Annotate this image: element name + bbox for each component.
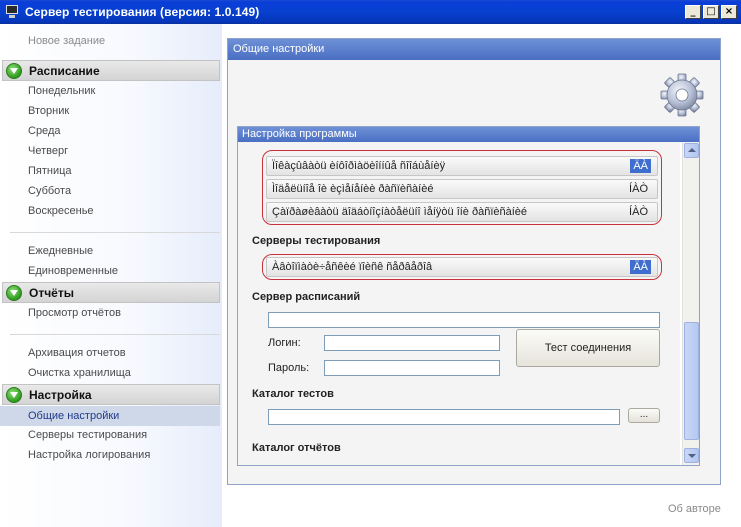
toggle-label: Çàïðàøèâàòü äîäáòíîçíàòåëüíî ìåíÿòü îíè … <box>272 206 528 218</box>
login-label: Логин: <box>268 337 301 349</box>
toggle-model-schedule-changes[interactable]: Ìîäåëüíîå îè èçìåíåíèè ðàñïèñàíèé ÍÀÒ <box>266 179 658 199</box>
section-label-test-servers: Серверы тестирования <box>252 235 381 247</box>
sidebar-item-general-settings[interactable]: Общие настройки <box>0 406 220 426</box>
sidebar-item-clear-storage[interactable]: Очистка хранилища <box>28 367 131 379</box>
scroll-down-icon[interactable] <box>684 448 699 463</box>
section-label-reports-catalog: Каталог отчётов <box>252 442 341 454</box>
scroll-up-icon[interactable] <box>684 143 699 158</box>
group-title: Настройка программы <box>238 127 699 142</box>
chevron-down-icon <box>6 386 22 403</box>
section-label-tests-catalog: Каталог тестов <box>252 388 334 400</box>
window-title: Сервер тестирования (версия: 1.0.149) <box>25 5 260 19</box>
tests-catalog-input[interactable] <box>268 409 620 425</box>
gear-icon <box>660 73 704 117</box>
minimize-button[interactable]: _ <box>685 5 701 19</box>
toggle-label: Ïîêàçûâàòü èíôîðìàöèîííûå ñîîáùåíèÿ <box>272 160 446 172</box>
toggle-state: ÍÀÒ <box>629 183 648 195</box>
sidebar-item-monday[interactable]: Понедельник <box>28 85 95 97</box>
section-label-schedule-server: Сервер расписаний <box>252 291 361 303</box>
test-connection-button[interactable]: Тест соединения <box>516 329 660 367</box>
sidebar-item-logging-settings[interactable]: Настройка логирования <box>28 449 150 461</box>
divider <box>10 334 220 335</box>
password-label: Пароль: <box>268 362 310 374</box>
sidebar-item-sunday[interactable]: Воскресенье <box>28 205 94 217</box>
chevron-down-icon <box>6 62 22 79</box>
sidebar-item-wednesday[interactable]: Среда <box>28 125 60 137</box>
group-header-settings[interactable]: Настройка <box>2 384 220 405</box>
sidebar-item-one-time[interactable]: Единовременные <box>28 265 118 277</box>
login-input[interactable] <box>324 335 500 351</box>
chevron-down-icon <box>6 284 22 301</box>
password-input[interactable] <box>324 360 500 376</box>
settings-scroll-area: Ïîêàçûâàòü èíôîðìàöèîííûå ñîîáùåíèÿ ÄÀ Ì… <box>238 142 680 465</box>
group-header-schedule[interactable]: Расписание <box>2 60 220 81</box>
window-titlebar: Сервер тестирования (версия: 1.0.149) _ … <box>0 0 741 24</box>
program-settings-group: Настройка программы Ïîêàçûâàòü èíôîðìàöè… <box>237 126 700 466</box>
vertical-scrollbar[interactable] <box>682 142 699 465</box>
general-settings-panel: Общие настройки Настройка программы Ïîêà… <box>227 38 721 485</box>
app-monitor-icon <box>4 4 20 20</box>
toggle-auto-find-servers[interactable]: Àâòîïìàòè÷åñêèé ïîèñê ñåðâåðîâ ÄÀ <box>266 257 658 277</box>
sidebar-item-thursday[interactable]: Четверг <box>28 145 68 157</box>
sidebar-item-saturday[interactable]: Суббота <box>28 185 71 197</box>
group-header-reports[interactable]: Отчёты <box>2 282 220 303</box>
sidebar-item-new-task[interactable]: Новое задание <box>28 35 105 47</box>
toggle-show-info-messages[interactable]: Ïîêàçûâàòü èíôîðìàöèîííûå ñîîáùåíèÿ ÄÀ <box>266 156 658 176</box>
sidebar-item-test-servers[interactable]: Серверы тестирования <box>28 429 147 441</box>
divider <box>10 232 220 233</box>
toggle-state: ÄÀ <box>630 159 651 173</box>
maximize-button[interactable]: □ <box>703 5 719 19</box>
about-author-link[interactable]: Об авторе <box>668 503 721 515</box>
group-header-label: Расписание <box>29 63 100 78</box>
close-button[interactable]: × <box>721 5 737 19</box>
schedule-server-input[interactable] <box>268 312 660 328</box>
group-header-label: Отчёты <box>29 285 74 300</box>
toggle-label: Àâòîïìàòè÷åñêèé ïîèñê ñåðâåðîâ <box>272 261 433 273</box>
toggle-confirm-schedule-changes[interactable]: Çàïðàøèâàòü äîäáòíîçíàòåëüíî ìåíÿòü îíè … <box>266 202 658 222</box>
sidebar-item-archive-reports[interactable]: Архивация отчетов <box>28 347 126 359</box>
sidebar: Новое задание Расписание Понедельник Вто… <box>0 24 222 527</box>
toggle-state: ÍÀÒ <box>629 206 648 218</box>
panel-title: Общие настройки <box>228 39 720 60</box>
toggle-state: ÄÀ <box>630 260 651 274</box>
sidebar-item-daily[interactable]: Ежедневные <box>28 245 93 257</box>
toggle-label: Ìîäåëüíîå îè èçìåíåíèè ðàñïèñàíèé <box>272 183 434 195</box>
sidebar-item-view-reports[interactable]: Просмотр отчётов <box>28 307 121 319</box>
sidebar-item-friday[interactable]: Пятница <box>28 165 72 177</box>
browse-tests-catalog-button[interactable]: ... <box>628 408 660 423</box>
sidebar-item-tuesday[interactable]: Вторник <box>28 105 69 117</box>
group-header-label: Настройка <box>29 387 92 402</box>
scrollbar-thumb[interactable] <box>684 322 699 440</box>
